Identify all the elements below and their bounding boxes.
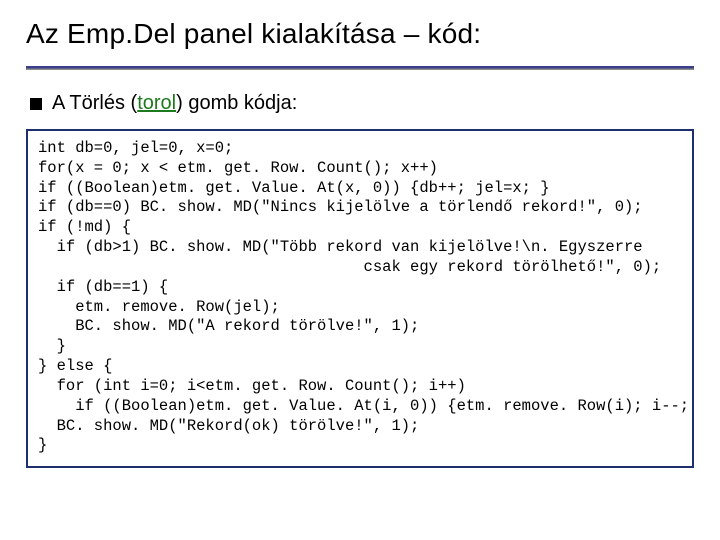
title-rule: [26, 66, 694, 70]
code-block: int db=0, jel=0, x=0; for(x = 0; x < etm…: [26, 129, 694, 468]
title-wrap: Az Emp.Del panel kialakítása – kód:: [26, 18, 694, 60]
slide: Az Emp.Del panel kialakítása – kód: A Tö…: [0, 0, 720, 540]
bullet-post: ) gomb kódja:: [176, 92, 297, 114]
bullet-pre: A Törlés (: [52, 92, 137, 114]
page-title: Az Emp.Del panel kialakítása – kód:: [26, 18, 694, 50]
bullet-row: A Törlés (torol) gomb kódja:: [26, 92, 694, 115]
method-name: torol: [137, 92, 176, 114]
bullet-text: A Törlés (torol) gomb kódja:: [52, 92, 297, 115]
square-bullet-icon: [30, 98, 42, 110]
